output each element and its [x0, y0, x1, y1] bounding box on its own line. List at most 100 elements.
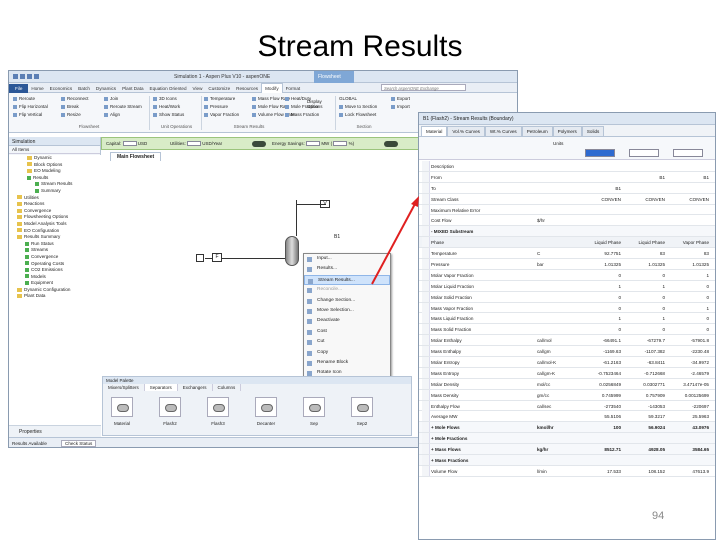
- nav-tree-item[interactable]: EO Modeling: [9, 168, 101, 175]
- context-tab-flowsheet[interactable]: Flowsheet: [314, 71, 354, 83]
- nav-tree-item[interactable]: Results Summary: [9, 234, 101, 241]
- context-menu-item[interactable]: Rename Block: [304, 358, 390, 368]
- display-options-button[interactable]: Display Options: [307, 99, 325, 109]
- nav-tree-item[interactable]: Reactions: [9, 201, 101, 208]
- nav-tree-item[interactable]: Convergence: [9, 208, 101, 215]
- ribbon-vapor-fraction[interactable]: Vapor Fraction: [204, 111, 239, 119]
- nav-tree-item[interactable]: Results: [9, 175, 101, 182]
- palette-item[interactable]: Flash2: [155, 395, 185, 435]
- palette-tab[interactable]: Exchangers: [178, 384, 213, 391]
- ribbon-reroute-stream[interactable]: Reroute Stream: [104, 103, 142, 111]
- nav-tree-item[interactable]: EO Configuration: [9, 228, 101, 235]
- table-cell: -61.2163: [602, 360, 621, 366]
- ribbon-reroute[interactable]: Reroute: [13, 95, 48, 103]
- flash2-vessel-b1[interactable]: [285, 236, 299, 266]
- ribbon-flip-horizontal[interactable]: Flip Horizontal: [13, 103, 48, 111]
- nav-tree-item[interactable]: CO2 Emissions: [9, 267, 101, 274]
- check-status-button[interactable]: Check Status: [61, 440, 97, 447]
- nav-tree-item[interactable]: Convergence: [9, 254, 101, 261]
- ribbon-align[interactable]: Align: [104, 111, 142, 119]
- context-menu-item[interactable]: Stream Results...: [304, 274, 390, 286]
- section-global-select[interactable]: GLOBAL: [339, 95, 377, 103]
- nav-button-properties[interactable]: Properties: [9, 425, 101, 437]
- nav-tree-item[interactable]: Equipment: [9, 280, 101, 287]
- ribbon-reconnect[interactable]: Reconnect: [61, 95, 89, 103]
- stream-select-dropdown[interactable]: [585, 149, 615, 157]
- flowsheet-tab[interactable]: Main Flowsheet: [110, 152, 162, 161]
- ribbon-show-status[interactable]: Show Status: [153, 111, 184, 119]
- nav-tree-item[interactable]: Dynamic Configuration: [9, 287, 101, 294]
- ribbon-tab-modify[interactable]: Modify: [261, 83, 283, 93]
- redo-icon[interactable]: [27, 74, 32, 79]
- ribbon-heat-work[interactable]: Heat/Work: [153, 103, 184, 111]
- nav-tree-item[interactable]: Block Options: [9, 162, 101, 169]
- palette-item-label: Flash3: [211, 421, 225, 426]
- nav-tree-item[interactable]: Operating Costs: [9, 261, 101, 268]
- stream-select-dropdown[interactable]: [629, 149, 659, 157]
- exchange-search-input[interactable]: Search aspenONE Exchange: [381, 84, 466, 91]
- ribbon-temperature[interactable]: Temperature: [204, 95, 239, 103]
- results-tab[interactable]: Solids: [581, 126, 605, 136]
- context-menu-item[interactable]: Move Selection...: [304, 306, 390, 316]
- ribbon-move-to-section[interactable]: Move to Section: [339, 103, 377, 111]
- palette-item[interactable]: Sep2: [347, 395, 377, 435]
- ribbon-3d-icons[interactable]: 3D Icons: [153, 95, 184, 103]
- context-menu-item[interactable]: Input...: [304, 254, 390, 264]
- table-cell: 4928.05: [648, 447, 665, 453]
- stream-select-dropdown[interactable]: [673, 149, 703, 157]
- vapor-stream-line[interactable]: [296, 200, 297, 236]
- lock-icon: [339, 112, 343, 117]
- ribbon-resize[interactable]: Resize: [61, 111, 89, 119]
- run-icon[interactable]: [34, 74, 39, 79]
- nav-tree-item[interactable]: Plant Data: [9, 293, 101, 300]
- context-menu-item[interactable]: Reconcile...: [304, 285, 390, 295]
- palette-tab[interactable]: Separators: [144, 384, 178, 391]
- nav-tree-item[interactable]: Run Status: [9, 241, 101, 248]
- results-tab[interactable]: Wt.% Curves: [484, 126, 522, 136]
- stream-label-f[interactable]: F: [212, 253, 222, 262]
- energy-toggle[interactable]: [252, 141, 266, 147]
- ribbon-pressure[interactable]: Pressure: [204, 103, 239, 111]
- table-cell: Cost Flow: [431, 218, 452, 224]
- nav-tree-item[interactable]: Utilities: [9, 195, 101, 202]
- palette-item[interactable]: Material: [107, 395, 137, 435]
- ribbon-lock-flowsheet[interactable]: Lock Flowsheet: [339, 111, 377, 119]
- nav-tree-item[interactable]: Streams: [9, 247, 101, 254]
- stream-label-v[interactable]: V: [320, 200, 330, 208]
- table-cell: 1: [618, 283, 621, 289]
- ribbon-export[interactable]: Export: [391, 95, 410, 103]
- ribbon-mass-fraction[interactable]: Mass Fraction: [285, 111, 319, 119]
- nav-tree-item[interactable]: Models: [9, 274, 101, 281]
- ribbon-flip-vertical[interactable]: Flip Vertical: [13, 111, 48, 119]
- context-menu-item[interactable]: Cost: [304, 327, 390, 337]
- feed-source[interactable]: [196, 254, 204, 262]
- palette-tab[interactable]: Mixers/Splitters: [103, 384, 145, 391]
- undo-icon[interactable]: [20, 74, 25, 79]
- palette-item[interactable]: Decanter: [251, 395, 281, 435]
- nav-tree-item[interactable]: Dynamic: [9, 155, 101, 162]
- palette-tab[interactable]: Columns: [213, 384, 242, 391]
- table-cell: Molar Entropy: [431, 360, 460, 366]
- context-menu-item[interactable]: Change Section...: [304, 296, 390, 306]
- results-tab[interactable]: Petroleum: [521, 126, 553, 136]
- ribbon-import[interactable]: Import: [391, 103, 410, 111]
- palette-item[interactable]: Flash3: [203, 395, 233, 435]
- palette-item[interactable]: Sep: [299, 395, 329, 435]
- nav-tree-item[interactable]: Model Analysis Tools: [9, 221, 101, 228]
- nav-filter[interactable]: All Items: [9, 146, 100, 154]
- nav-tree-item[interactable]: Stream Results: [9, 181, 101, 188]
- context-menu-item[interactable]: Copy: [304, 348, 390, 358]
- nav-tree-item[interactable]: Summary: [9, 188, 101, 195]
- results-tab[interactable]: Material: [421, 126, 448, 136]
- save-icon[interactable]: [13, 74, 18, 79]
- context-menu-item[interactable]: Results...: [304, 264, 390, 274]
- context-menu-item[interactable]: Deactivate: [304, 316, 390, 326]
- ribbon-break[interactable]: Break: [61, 103, 89, 111]
- table-row: Phase Liquid Phase Liquid Phase Vapor Phase: [419, 237, 715, 249]
- results-tab[interactable]: Vol.% Curves: [447, 126, 485, 136]
- nav-tree-item[interactable]: Flowsheeting Options: [9, 214, 101, 221]
- results-tab[interactable]: Polymers: [552, 126, 582, 136]
- ribbon-join[interactable]: Join: [104, 95, 142, 103]
- context-menu-item[interactable]: Cut: [304, 337, 390, 347]
- energy-toggle-2[interactable]: [384, 141, 398, 147]
